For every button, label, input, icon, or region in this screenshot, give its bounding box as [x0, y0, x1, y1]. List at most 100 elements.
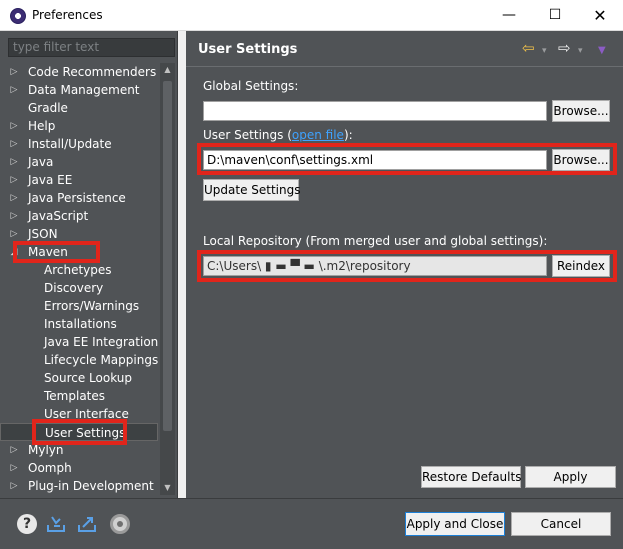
collapsed-chevron-icon[interactable]: ▷	[8, 63, 20, 81]
collapsed-chevron-icon[interactable]: ▷	[8, 459, 20, 477]
restore-defaults-button[interactable]: Restore Defaults	[421, 466, 521, 488]
panel-header: User Settings ⇦ ▾ ⇨ ▾ ▼	[186, 31, 623, 67]
sidebar-item-label: Installations	[44, 317, 117, 331]
apply-button[interactable]: Apply	[525, 466, 616, 488]
sidebar-item[interactable]: ▷ Java EE	[0, 171, 158, 189]
export-icon[interactable]	[77, 514, 97, 534]
sidebar-item[interactable]: ▷ Java	[0, 153, 158, 171]
maximize-button[interactable]: ☐	[532, 0, 578, 31]
apply-and-close-button[interactable]: Apply and Close	[405, 512, 505, 536]
global-browse-button[interactable]: Browse...	[552, 100, 610, 122]
preferences-tree: ▷ Code Recommenders ▷ Data Management Gradle…	[0, 63, 160, 495]
collapsed-chevron-icon[interactable]: ▷	[8, 441, 20, 459]
tree-scrollbar[interactable]: ▲ ▼	[160, 63, 175, 495]
sidebar-item[interactable]: ▷ Data Management	[0, 81, 158, 99]
collapsed-chevron-icon[interactable]: ▷	[8, 225, 20, 243]
minimize-button[interactable]: —	[486, 0, 532, 31]
sidebar-item[interactable]: Archetypes	[0, 261, 158, 279]
preferences-sidebar: type filter text ▷ Code Recommenders ▷ Data…	[0, 31, 178, 498]
sidebar-item-label: User Interface	[44, 407, 129, 421]
filter-input[interactable]: type filter text	[8, 38, 175, 57]
sidebar-item[interactable]: Gradle	[0, 99, 158, 117]
sidebar-item[interactable]: ▷ JavaScript	[0, 207, 158, 225]
reindex-button[interactable]: Reindex	[552, 255, 610, 277]
user-settings-panel: User Settings ⇦ ▾ ⇨ ▾ ▼ Global Settings:…	[186, 31, 623, 498]
collapsed-chevron-icon[interactable]: ▷	[8, 207, 20, 225]
sidebar-item-label: Maven	[28, 245, 68, 259]
sidebar-item-label: Install/Update	[28, 137, 112, 151]
sidebar-item-label: Java EE Integration	[44, 335, 159, 349]
collapsed-chevron-icon[interactable]: ▷	[8, 477, 20, 495]
sidebar-item[interactable]: Errors/Warnings	[0, 297, 158, 315]
user-settings-label-suffix: ):	[343, 128, 353, 142]
close-button[interactable]: ✕	[577, 0, 623, 31]
page-title: User Settings	[198, 42, 298, 57]
sidebar-item[interactable]: Discovery	[0, 279, 158, 297]
sidebar-item-label: Gradle	[28, 101, 68, 115]
sidebar-item[interactable]: ◢ Maven	[0, 243, 158, 261]
sidebar-item-label: Archetypes	[44, 263, 112, 277]
user-settings-label-prefix: User Settings (	[203, 128, 292, 142]
sidebar-item[interactable]: ▷ Java Persistence	[0, 189, 158, 207]
sidebar-item[interactable]: ▷ JSON	[0, 225, 158, 243]
sidebar-item[interactable]: ▷ Plug-in Development	[0, 477, 158, 495]
scroll-up-arrow-icon[interactable]: ▲	[160, 63, 175, 77]
sidebar-item[interactable]: Templates	[0, 387, 158, 405]
local-repository-field[interactable]: C:\Users\ ▮ ▬ ▀ ▬ \.m2\repository	[203, 256, 547, 276]
sidebar-item-label: Java Persistence	[28, 191, 126, 205]
sidebar-item[interactable]: ▷ Help	[0, 117, 158, 135]
collapsed-chevron-icon[interactable]: ▷	[8, 153, 20, 171]
user-settings-field[interactable]: D:\maven\conf\settings.xml	[203, 150, 547, 170]
window-title: Preferences	[32, 8, 103, 22]
sidebar-item[interactable]: ▷ Install/Update	[0, 135, 158, 153]
sidebar-item-label: Discovery	[44, 281, 104, 295]
sidebar-item[interactable]: Lifecycle Mappings	[0, 351, 158, 369]
expanded-chevron-icon[interactable]: ◢	[8, 243, 20, 261]
user-browse-button[interactable]: Browse...	[552, 149, 610, 171]
global-settings-field[interactable]	[203, 101, 547, 121]
collapsed-chevron-icon[interactable]: ▷	[8, 135, 20, 153]
title-bar: Preferences — ☐ ✕	[0, 0, 623, 31]
sidebar-item-label: Source Lookup	[44, 371, 132, 385]
cancel-button[interactable]: Cancel	[511, 512, 611, 536]
sidebar-item-label: Data Management	[28, 83, 140, 97]
sidebar-item[interactable]: Java EE Integration	[0, 333, 158, 351]
sidebar-item[interactable]: User Interface	[0, 405, 158, 423]
sidebar-item-label: Errors/Warnings	[44, 299, 140, 313]
forward-arrow-icon[interactable]: ⇨	[558, 40, 571, 56]
sidebar-item-label: Lifecycle Mappings	[44, 353, 159, 367]
collapsed-chevron-icon[interactable]: ▷	[8, 117, 20, 135]
sidebar-item-label: Templates	[44, 389, 106, 403]
sidebar-item[interactable]: Source Lookup	[0, 369, 158, 387]
sidebar-item-label: Oomph	[28, 461, 72, 475]
open-file-link[interactable]: open file	[292, 128, 344, 142]
back-arrow-icon[interactable]: ⇦	[522, 40, 535, 56]
sidebar-item-label: Plug-in Development	[28, 479, 154, 493]
sidebar-item[interactable]: ▷ Oomph	[0, 459, 158, 477]
collapsed-chevron-icon[interactable]: ▷	[8, 189, 20, 207]
sidebar-item[interactable]: ▷ Mylyn	[0, 441, 158, 459]
back-dropdown-icon[interactable]: ▾	[542, 43, 547, 59]
import-icon[interactable]	[46, 514, 66, 534]
sidebar-item-label: Java	[28, 155, 54, 169]
forward-dropdown-icon[interactable]: ▾	[578, 43, 583, 59]
eclipse-icon	[10, 8, 26, 24]
scroll-thumb[interactable]	[163, 81, 172, 431]
help-icon[interactable]: ?	[17, 514, 37, 534]
sidebar-item-label: Java EE	[28, 173, 73, 187]
dialog-footer: ? Apply and Close Cancel	[0, 498, 623, 549]
sidebar-item[interactable]: Installations	[0, 315, 158, 333]
sidebar-item-label: JavaScript	[28, 209, 89, 223]
sidebar-item-label: User Settings	[45, 426, 126, 440]
scroll-down-arrow-icon[interactable]: ▼	[160, 481, 175, 495]
update-settings-button[interactable]: Update Settings	[203, 179, 301, 201]
record-icon[interactable]	[110, 514, 130, 534]
collapsed-chevron-icon[interactable]: ▷	[8, 171, 20, 189]
global-settings-label: Global Settings:	[203, 79, 299, 93]
collapsed-chevron-icon[interactable]: ▷	[8, 81, 20, 99]
sidebar-item-label: Help	[28, 119, 56, 133]
sidebar-item[interactable]: ▷ Code Recommenders	[0, 63, 158, 81]
view-menu-icon[interactable]: ▼	[598, 43, 606, 59]
sidebar-item[interactable]: User Settings	[0, 423, 158, 441]
sidebar-item-label: Mylyn	[28, 443, 64, 457]
